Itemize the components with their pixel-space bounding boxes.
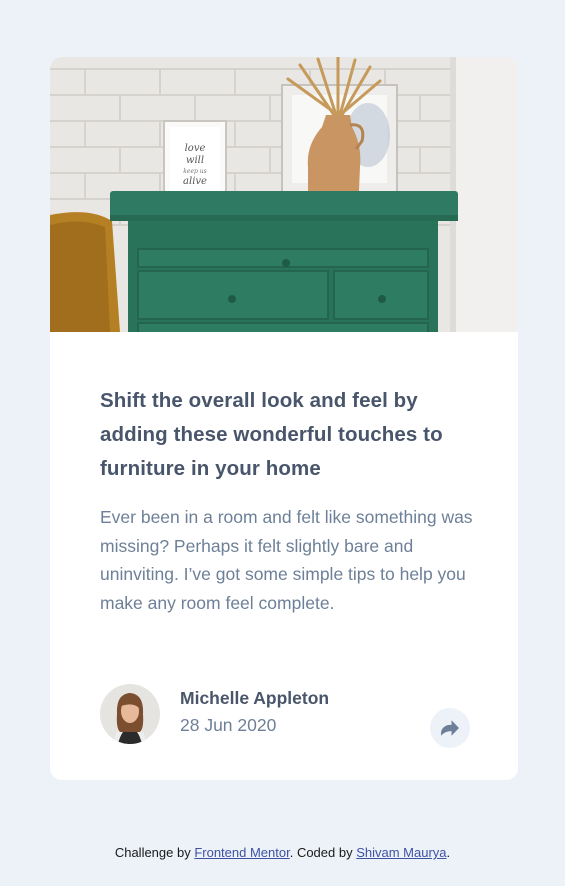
article-content: Shift the overall look and feel by addin…	[100, 384, 480, 617]
frontend-mentor-link[interactable]: Frontend Mentor	[194, 845, 289, 860]
author-link[interactable]: Shivam Maurya	[356, 845, 446, 860]
attribution-footer: Challenge by Frontend Mentor. Coded by S…	[0, 845, 565, 860]
svg-text:keep us: keep us	[183, 168, 206, 175]
svg-text:alive: alive	[183, 176, 207, 187]
author-avatar	[100, 684, 160, 744]
author-name: Michelle Appleton	[180, 688, 330, 708]
share-button[interactable]	[430, 708, 470, 748]
footer-suffix: .	[446, 845, 451, 860]
svg-text:love: love	[185, 143, 206, 154]
article-description: Ever been in a room and felt like someth…	[100, 507, 473, 613]
article-card: love will keep us alive Shift the overal…	[50, 57, 518, 780]
footer-prefix: Challenge by	[114, 845, 195, 860]
svg-text:will: will	[186, 155, 204, 166]
article-title: Shift the overall look and feel by addin…	[100, 389, 443, 480]
footer-middle: . Coded by	[289, 845, 357, 860]
publish-date: 28 Jun 2020	[180, 715, 277, 735]
share-icon	[441, 720, 459, 736]
article-hero-image: love will keep us alive	[50, 57, 518, 332]
